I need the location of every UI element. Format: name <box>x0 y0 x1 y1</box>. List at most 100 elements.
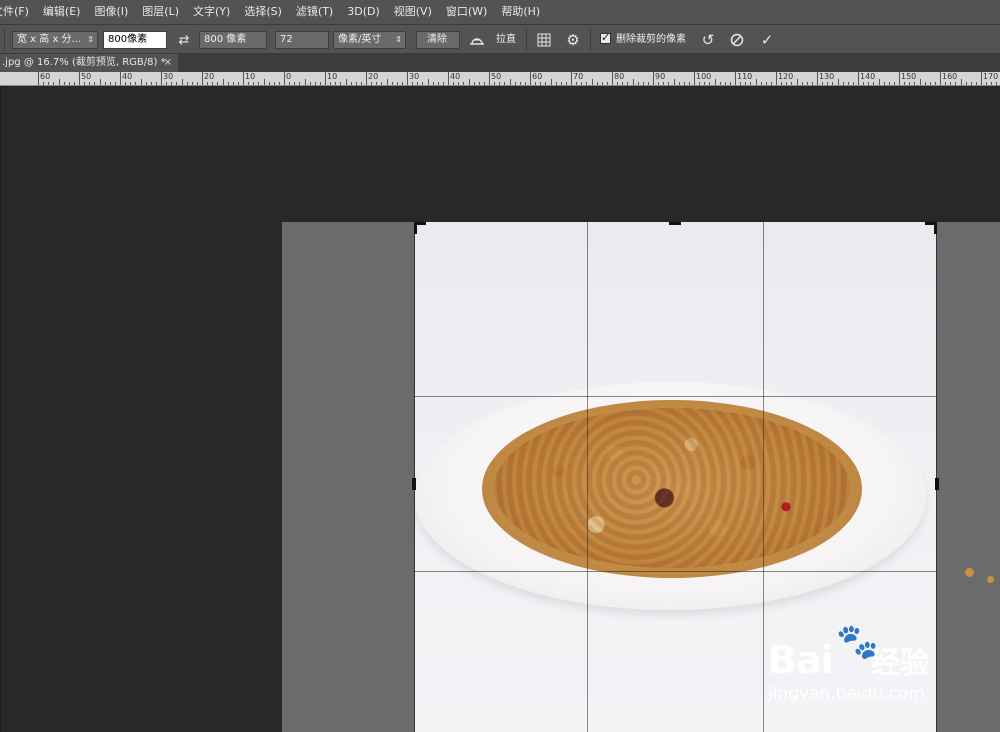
ruler-label: 20 <box>368 72 379 81</box>
ruler-minor-tick <box>253 82 255 85</box>
menu-image[interactable]: 图像(I) <box>94 0 128 24</box>
ruler-minor-tick <box>591 79 593 85</box>
menu-filter[interactable]: 滤镜(T) <box>296 0 333 24</box>
menu-layer[interactable]: 图层(L) <box>142 0 179 24</box>
ruler-minor-tick <box>289 82 291 85</box>
baidu-paw-icon: 🐾 <box>836 622 879 662</box>
ruler-minor-tick <box>863 82 865 85</box>
ruler-label: 20 <box>204 72 215 81</box>
resolution-field[interactable]: 72 <box>275 31 329 49</box>
ruler-minor-tick <box>678 82 680 85</box>
ruler-minor-tick <box>166 82 168 85</box>
ruler-minor-tick <box>852 82 854 85</box>
ruler-major-tick <box>940 72 941 85</box>
crop-handle-top-left[interactable] <box>414 222 417 234</box>
menu-3d[interactable]: 3D(D) <box>347 0 380 24</box>
ruler-minor-tick <box>196 82 198 85</box>
ruler-minor-tick <box>125 82 127 85</box>
ruler-minor-tick <box>781 82 783 85</box>
ruler-minor-tick <box>442 82 444 85</box>
menu-edit[interactable]: 编辑(E) <box>43 0 81 24</box>
ruler-minor-tick <box>837 79 839 85</box>
ruler-minor-tick <box>965 82 967 85</box>
ruler-minor-tick <box>381 82 383 85</box>
crop-grid-line <box>763 222 764 732</box>
ruler-minor-tick <box>955 82 957 85</box>
ruler-minor-tick <box>453 82 455 85</box>
ruler-minor-tick <box>258 82 260 85</box>
ruler-minor-tick <box>432 82 434 85</box>
ruler-minor-tick <box>919 79 921 85</box>
clear-button[interactable]: 清除 <box>416 31 460 49</box>
crop-handle-top-right[interactable] <box>934 222 937 234</box>
ruler-minor-tick <box>535 82 537 85</box>
chevron-updown-icon: ⇕ <box>395 35 402 44</box>
ruler-minor-tick <box>786 82 788 85</box>
ruler-major-tick <box>325 72 326 85</box>
ruler-minor-tick <box>545 82 547 85</box>
ruler-minor-tick <box>668 82 670 85</box>
ruler-minor-tick <box>617 82 619 85</box>
ruler-label: 50 <box>81 72 92 81</box>
ruler-minor-tick <box>294 82 296 85</box>
menu-select[interactable]: 选择(S) <box>244 0 282 24</box>
ruler-label: 0 <box>286 72 292 81</box>
ruler-minor-tick <box>550 79 552 85</box>
ruler-minor-tick <box>719 82 721 85</box>
grid-overlay-icon[interactable] <box>534 30 554 50</box>
ruler-minor-tick <box>181 79 183 85</box>
gear-icon[interactable]: ⚙ <box>563 30 583 50</box>
food-crumb <box>987 576 994 583</box>
delete-cropped-checkbox[interactable]: 删除裁剪的像素 <box>600 30 686 50</box>
cancel-icon[interactable] <box>727 30 747 50</box>
ruler-minor-tick <box>878 79 880 85</box>
straighten-label[interactable]: 拉直 <box>496 32 516 50</box>
horizontal-ruler[interactable]: 60 50 40 30 20 10 0 10 20 30 40 50 60 70 80 90 100 110 120… <box>0 72 1000 86</box>
ruler-minor-tick <box>84 82 86 85</box>
chevron-updown-icon: ⇕ <box>87 35 94 44</box>
grid-overlay-icon-svg <box>537 33 551 47</box>
menu-view[interactable]: 视图(V) <box>394 0 432 24</box>
ruler-minor-tick <box>509 79 511 85</box>
menu-help[interactable]: 帮助(H) <box>501 0 540 24</box>
ratio-select[interactable]: 宽 x 高 x 分... ⇕ <box>12 31 98 49</box>
close-icon[interactable]: × <box>164 54 172 72</box>
checkbox-checked-icon <box>600 30 611 46</box>
ruler-label: 130 <box>819 72 835 81</box>
height-field[interactable]: 800 像素 <box>199 31 267 49</box>
ruler-minor-tick <box>565 82 567 85</box>
straighten-icon[interactable] <box>467 30 487 50</box>
workspace-edge <box>0 86 1 732</box>
swap-icon[interactable]: ⇄ <box>174 30 194 50</box>
ruler-label: 170 <box>983 72 999 81</box>
crop-handle-top[interactable] <box>669 222 681 225</box>
unit-select[interactable]: 像素/英寸 ⇕ <box>333 31 406 49</box>
crop-handle-left[interactable] <box>412 478 416 490</box>
watermark-brand2: 经验 <box>870 646 930 681</box>
ruler-minor-tick <box>504 82 506 85</box>
ruler-minor-tick <box>335 82 337 85</box>
ruler-minor-tick <box>458 82 460 85</box>
ruler-minor-tick <box>104 82 106 85</box>
ruler-minor-tick <box>309 82 311 85</box>
ruler-minor-tick <box>340 82 342 85</box>
document-tab[interactable]: .jpg @ 16.7% (裁剪预览, RGB/8) * × <box>0 54 178 72</box>
menu-type[interactable]: 文字(Y) <box>193 0 230 24</box>
ruler-minor-tick <box>745 82 747 85</box>
ruler-minor-tick <box>227 82 229 85</box>
menu-file[interactable]: 文件(F) <box>0 0 29 24</box>
ruler-minor-tick <box>355 82 357 85</box>
width-field[interactable]: 800像素 <box>103 31 167 49</box>
ruler-major-tick <box>79 72 80 85</box>
crop-handle-right[interactable] <box>935 478 939 490</box>
ruler-minor-tick <box>755 79 757 85</box>
commit-icon[interactable]: ✓ <box>757 30 777 50</box>
ruler-minor-tick <box>63 82 65 85</box>
menu-window[interactable]: 窗口(W) <box>446 0 487 24</box>
ruler-label: 110 <box>737 72 753 81</box>
reset-icon[interactable]: ↺ <box>698 30 718 50</box>
ruler-minor-tick <box>412 82 414 85</box>
photoshop-window: 文件(F) 编辑(E) 图像(I) 图层(L) 文字(Y) 选择(S) 滤镜(T… <box>0 0 1000 732</box>
ruler-minor-tick <box>304 79 306 85</box>
ruler-minor-tick <box>740 82 742 85</box>
